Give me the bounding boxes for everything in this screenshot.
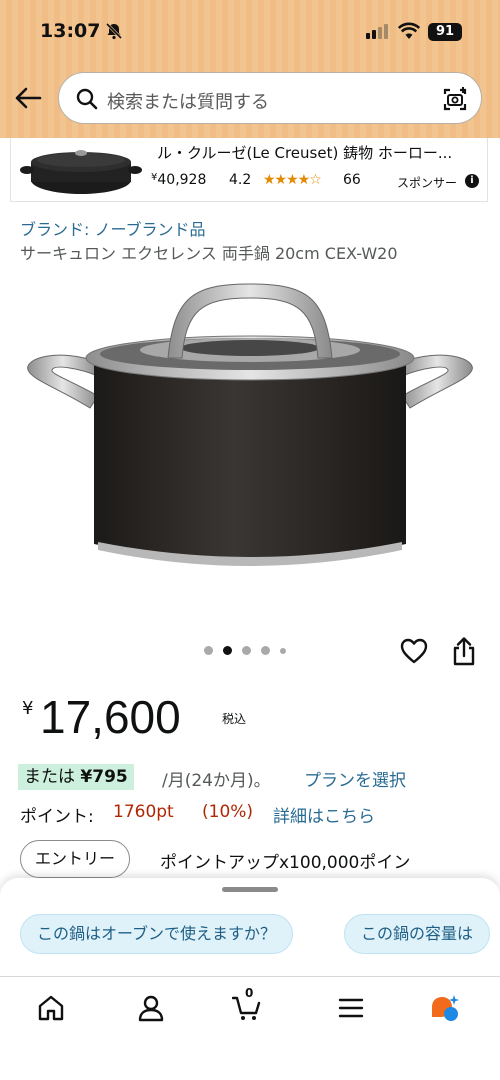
menu-icon[interactable] xyxy=(336,993,366,1023)
tax-label: 税込 xyxy=(222,712,247,726)
sponsored-product-title: ル・クルーゼ(Le Creuset) 鋳物 ホーロー... xyxy=(157,144,453,162)
bell-off-icon xyxy=(105,22,123,40)
sponsored-product-thumbnail xyxy=(20,150,142,194)
search-icon xyxy=(76,88,98,110)
points-detail-link[interactable]: 詳細はこちら xyxy=(273,802,375,827)
suggestion-chip[interactable]: この鍋はオーブンで使えますか？ xyxy=(20,914,294,954)
carousel-dot[interactable] xyxy=(204,646,213,655)
sponsored-product-banner[interactable]: ル・クルーゼ(Le Creuset) 鋳物 ホーロー... ¥40,928 4.… xyxy=(10,138,488,202)
home-icon[interactable] xyxy=(36,993,66,1023)
carousel-dot[interactable] xyxy=(280,647,286,654)
sponsored-review-count: 66 xyxy=(343,172,361,188)
heart-icon[interactable] xyxy=(400,638,428,664)
star-rating-icon: ★★★★☆ xyxy=(263,172,322,188)
back-arrow-icon[interactable] xyxy=(14,86,42,110)
image-carousel-indicator[interactable] xyxy=(204,646,286,655)
ai-assistant-icon[interactable] xyxy=(430,993,460,1023)
points-percent: (10%) xyxy=(202,802,254,822)
installment-term: /月(24か月)。 xyxy=(162,771,271,791)
signal-icon xyxy=(366,24,388,39)
points-label: ポイント: xyxy=(20,807,94,827)
carousel-dot[interactable] xyxy=(261,646,270,655)
share-icon[interactable] xyxy=(452,636,476,666)
search-placeholder: 検索または質問する xyxy=(107,92,269,113)
info-icon[interactable]: i xyxy=(465,174,479,188)
account-icon[interactable] xyxy=(136,993,166,1023)
sponsored-product-price: ¥40,928 xyxy=(151,172,207,188)
battery-indicator: 91 xyxy=(428,23,462,41)
search-input[interactable]: 検索または質問する xyxy=(58,72,482,124)
assistant-suggestion-sheet: この鍋はオーブンで使えますか？ この鍋の容量は xyxy=(0,878,500,976)
product-price: 17,600 xyxy=(40,691,181,743)
cart-count: 0 xyxy=(245,986,254,1000)
wifi-icon xyxy=(398,22,420,39)
sponsored-label: スポンサー xyxy=(397,176,458,190)
carousel-dot[interactable] xyxy=(242,646,251,655)
points-value: 1760pt xyxy=(113,802,174,822)
select-plan-link[interactable]: プランを選択 xyxy=(304,766,406,791)
carousel-dot-active[interactable] xyxy=(223,646,232,655)
suggestion-chip[interactable]: この鍋の容量は xyxy=(344,914,491,954)
price-currency: ¥ xyxy=(22,698,34,719)
product-title: サーキュロン エクセレンス 両手鍋 20cm CEX-W20 xyxy=(20,244,398,263)
sheet-drag-handle[interactable] xyxy=(222,887,278,892)
header: 13:07 91 検索または質問する xyxy=(0,0,500,138)
entry-campaign-text: ポイントアップx100,000ポイン xyxy=(160,853,411,873)
status-time: 13:07 xyxy=(40,20,101,42)
installment-badge: または ¥795 xyxy=(18,764,134,790)
entry-button[interactable]: エントリー xyxy=(20,840,131,878)
sponsored-product-rating: 4.2 xyxy=(229,172,252,188)
brand-link[interactable]: ブランド: ノーブランド品 xyxy=(20,216,206,240)
camera-search-icon[interactable] xyxy=(441,85,469,113)
product-image[interactable] xyxy=(18,276,482,606)
